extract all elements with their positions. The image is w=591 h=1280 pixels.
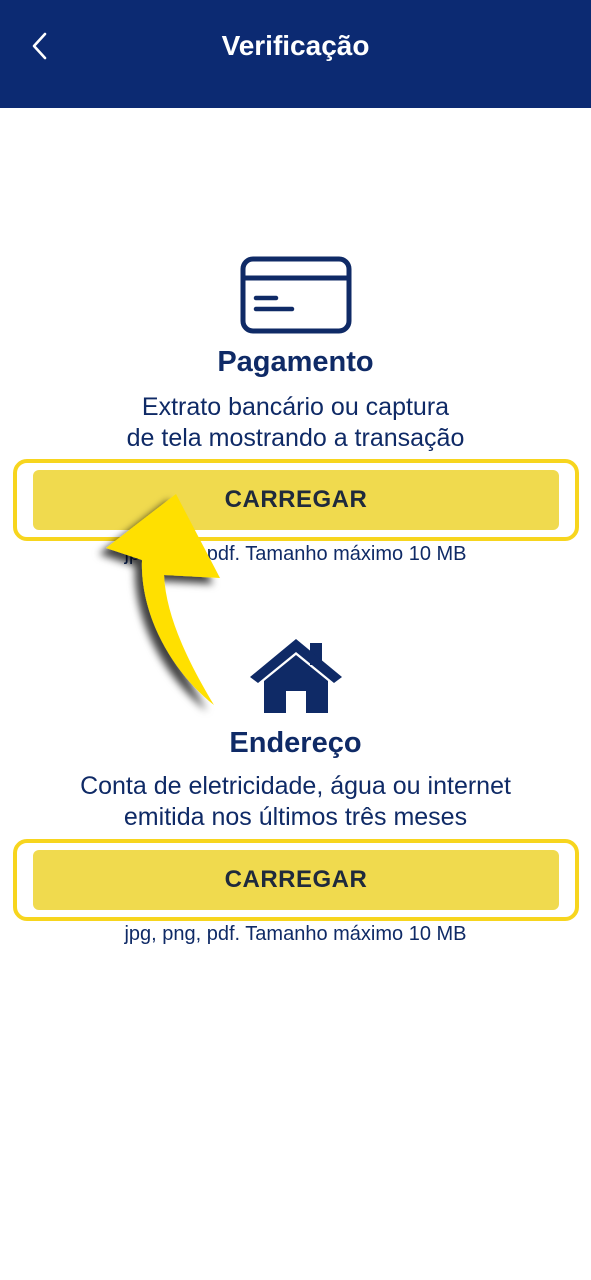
payment-description: Extrato bancário ou captura de tela most… [10,392,581,454]
address-upload-highlight: CARREGAR [13,839,579,921]
payment-icon-wrap [0,256,591,334]
verification-screen: Verificação Pagamento Extrato bancário o… [0,0,591,1280]
address-icon-wrap [0,637,591,715]
app-header: Verificação [0,0,591,108]
address-description-line1: Conta de eletricidade, água ou internet [80,772,511,800]
payment-formats-note: jpg, png, pdf. Tamanho máximo 10 MB [124,543,467,565]
address-description-line2: emitida nos últimos três meses [123,803,468,831]
payment-title: Pagamento [217,346,374,378]
address-description: Conta de eletricidade, água ou internet … [10,771,581,833]
house-icon [249,639,342,713]
payment-description-line2: de tela mostrando a transação [126,424,465,452]
credit-card-icon [240,256,351,334]
address-formats-note: jpg, png, pdf. Tamanho máximo 10 MB [124,923,467,945]
payment-description-line1: Extrato bancário ou captura [141,393,450,421]
payment-upload-button[interactable]: CARREGAR [33,470,559,530]
address-upload-button[interactable]: CARREGAR [33,850,559,910]
address-title: Endereço [229,727,362,759]
page-title: Verificação [221,30,370,61]
payment-upload-highlight: CARREGAR [13,459,579,541]
